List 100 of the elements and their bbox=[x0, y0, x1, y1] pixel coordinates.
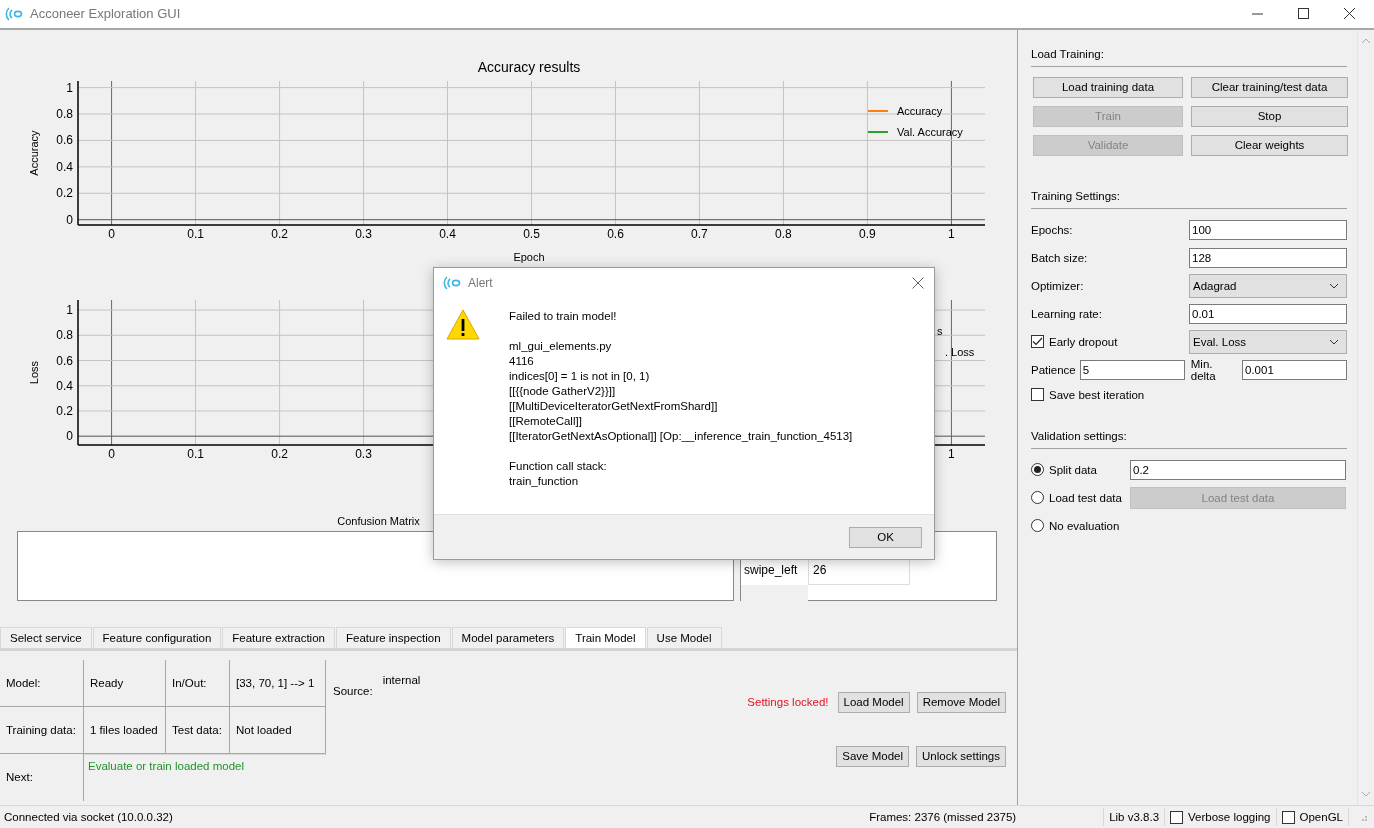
warning-icon bbox=[446, 309, 480, 340]
status-text: Connected via socket (10.0.0.32) bbox=[4, 811, 173, 823]
tick-label: 0.6 bbox=[56, 353, 73, 368]
input-field[interactable]: 128 bbox=[1189, 247, 1347, 268]
field-label: Source: bbox=[333, 684, 373, 697]
action-button[interactable]: Load training data bbox=[1033, 76, 1183, 98]
close-icon[interactable] bbox=[1344, 8, 1355, 20]
tick-label: 0.8 bbox=[775, 226, 792, 241]
input-field[interactable]: 5 bbox=[1079, 359, 1185, 380]
tick-label: 0.4 bbox=[439, 226, 456, 241]
tab[interactable]: Feature extraction bbox=[222, 626, 335, 648]
tick-label: 0.5 bbox=[523, 226, 540, 241]
radio-button[interactable]: Split data bbox=[1031, 463, 1130, 477]
row-header bbox=[741, 584, 808, 601]
axis-label: Loss bbox=[28, 360, 40, 385]
dropdown[interactable]: Adagrad bbox=[1189, 273, 1347, 298]
tick-label: 0 bbox=[66, 429, 73, 444]
checkbox[interactable]: Verbose logging bbox=[1170, 810, 1271, 824]
radio-button[interactable]: Load test data bbox=[1031, 491, 1130, 505]
section-title: Training Settings: bbox=[1031, 189, 1122, 204]
tick-label: 0 bbox=[66, 212, 73, 227]
checkbox[interactable]: Early dropout bbox=[1031, 335, 1189, 349]
checkbox[interactable]: Save best iteration bbox=[1031, 388, 1145, 402]
alert-message: Failed to train model! ml_gui_elements.py 4116 indices[0] = 1 is not in [0, 1) [[{{node GatherV2}}]] [[MultiDeviceIteratorGetNextFromShard]] [[RemoteCall]] [[IteratorGetNextAsOptional]] [Op:__inference_train_function_4513] Function call stack: train_function bbox=[509, 309, 853, 489]
tick-label: 0.8 bbox=[56, 328, 73, 343]
field-value: [33, 70, 1] --> 1 bbox=[230, 659, 326, 707]
app-logo-icon bbox=[442, 274, 462, 291]
tab[interactable]: Select service bbox=[0, 626, 92, 648]
legend-label: s bbox=[937, 324, 943, 337]
tab[interactable]: Feature inspection bbox=[335, 626, 451, 648]
tick-label: 0.2 bbox=[271, 446, 288, 461]
tick-label: 0.2 bbox=[271, 226, 288, 241]
action-button[interactable]: Stop bbox=[1191, 105, 1348, 127]
ok-button[interactable]: OK bbox=[849, 526, 922, 548]
field-value: Evaluate or train loaded model bbox=[84, 753, 326, 777]
input-field[interactable]: 0.01 bbox=[1189, 303, 1347, 324]
dropdown[interactable]: Eval. Loss bbox=[1189, 329, 1347, 354]
field-label: Batch size: bbox=[1031, 251, 1089, 264]
action-button[interactable]: Remove Model bbox=[916, 691, 1006, 713]
check-icon bbox=[1032, 337, 1043, 347]
input-field[interactable]: 0.001 bbox=[1242, 359, 1347, 380]
legend-label: Accuracy bbox=[897, 104, 943, 117]
tick-label: 0.1 bbox=[187, 446, 204, 461]
scroll-down-icon[interactable] bbox=[1361, 791, 1371, 798]
field-value: Not loaded bbox=[230, 706, 326, 754]
tab[interactable]: Feature configuration bbox=[92, 626, 222, 648]
legend-label: Val. Accuracy bbox=[897, 125, 963, 138]
radio-button[interactable]: No evaluation bbox=[1031, 519, 1130, 533]
tick-label: 0.7 bbox=[691, 226, 708, 241]
action-button[interactable]: Load Model bbox=[837, 691, 910, 713]
input-field[interactable]: 0.2 bbox=[1130, 459, 1346, 480]
app-logo-icon bbox=[4, 6, 24, 22]
tick-label: 0 bbox=[108, 446, 115, 461]
action-button[interactable]: Save Model bbox=[836, 745, 909, 767]
tab[interactable]: Model parameters bbox=[451, 626, 565, 648]
checkbox[interactable]: OpenGL bbox=[1281, 810, 1343, 824]
field-label: Epochs: bbox=[1031, 223, 1074, 236]
status-text: Frames: 2376 (missed 2375) bbox=[869, 811, 1017, 823]
maximize-icon[interactable] bbox=[1298, 8, 1309, 20]
window-title: Acconeer Exploration GUI bbox=[30, 6, 181, 22]
field-label: Test data: bbox=[166, 706, 230, 754]
field-label: Optimizer: bbox=[1031, 279, 1085, 292]
chevron-icon bbox=[1329, 282, 1339, 289]
tick-label: 1 bbox=[66, 80, 73, 95]
tick-label: 0.6 bbox=[56, 133, 73, 148]
row-header: swipe_left bbox=[743, 561, 799, 579]
chevron-icon bbox=[1329, 338, 1339, 345]
tab[interactable]: Use Model bbox=[646, 626, 722, 648]
tick-label: 0.4 bbox=[56, 159, 73, 174]
tick-label: 1 bbox=[66, 303, 73, 318]
tick-label: 0.9 bbox=[859, 226, 876, 241]
tick-label: 0 bbox=[108, 226, 115, 241]
close-icon[interactable] bbox=[912, 276, 924, 289]
field-value: internal bbox=[382, 673, 421, 686]
field-label: Training data: bbox=[0, 706, 84, 754]
field-value: 1 files loaded bbox=[84, 706, 166, 754]
field-value: Ready bbox=[84, 659, 166, 707]
field-label: Learning rate: bbox=[1031, 307, 1103, 320]
tick-label: 0.2 bbox=[56, 403, 73, 418]
tick-label: 0.6 bbox=[607, 226, 624, 241]
field-label: Model: bbox=[0, 659, 84, 707]
axis-label: Epoch bbox=[513, 250, 545, 263]
field-label: In/Out: bbox=[166, 659, 230, 707]
tick-label: 0.4 bbox=[56, 378, 73, 393]
action-button[interactable]: Unlock settings bbox=[916, 745, 1006, 767]
tick-label: 0.8 bbox=[56, 107, 73, 121]
action-button[interactable]: Clear training/test data bbox=[1191, 76, 1348, 98]
status-text: Lib v3.8.3 bbox=[1109, 811, 1160, 823]
legend-label: . Loss bbox=[945, 345, 975, 358]
tick-label: 0.1 bbox=[187, 226, 204, 241]
action-button[interactable]: Clear weights bbox=[1191, 134, 1348, 156]
field-label: Patience bbox=[1031, 363, 1076, 376]
tab[interactable]: Train Model bbox=[565, 626, 646, 648]
warning-text: Settings locked! bbox=[747, 696, 829, 709]
axis-label: Accuracy bbox=[28, 130, 40, 176]
tick-label: 1 bbox=[948, 226, 955, 241]
tick-label: 0.3 bbox=[355, 226, 372, 241]
scroll-up-icon[interactable] bbox=[1361, 37, 1371, 44]
input-field[interactable]: 100 bbox=[1189, 219, 1347, 240]
section-title: Validation settings: bbox=[1031, 429, 1128, 444]
